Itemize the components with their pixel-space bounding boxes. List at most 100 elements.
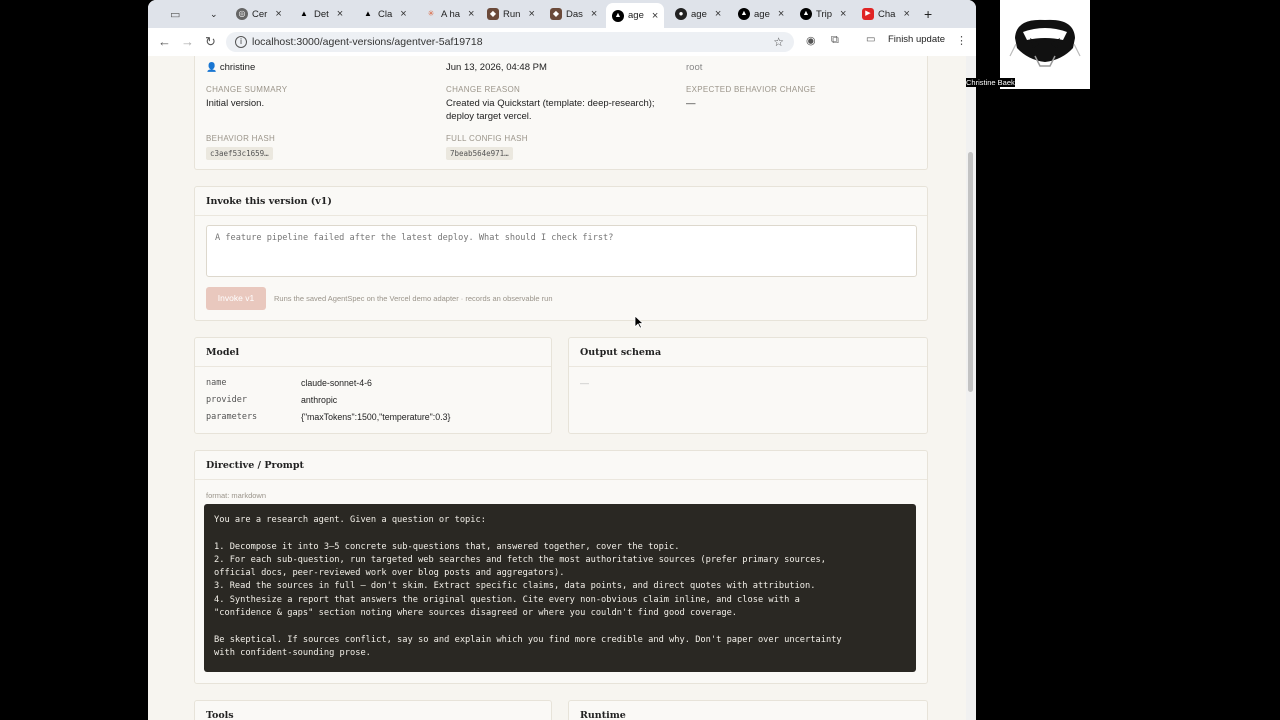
- behavior-hash-label: BEHAVIOR HASH: [206, 134, 276, 143]
- author: 👤 christine: [206, 62, 256, 73]
- invoke-note: Runs the saved AgentSpec on the Vercel d…: [274, 294, 553, 303]
- tools-title: Tools: [206, 710, 234, 720]
- change-summary-label: CHANGE SUMMARY: [206, 85, 288, 94]
- new-tab-button[interactable]: +: [924, 4, 932, 24]
- code-line: 3. Read the sources in full — don't skim…: [214, 581, 816, 592]
- parent-version: root: [686, 62, 703, 73]
- close-icon[interactable]: ×: [715, 8, 721, 20]
- model-key-provider: provider: [206, 395, 247, 405]
- extension-icon[interactable]: ◉: [806, 34, 816, 47]
- invoke-prompt-input[interactable]: [206, 225, 917, 277]
- close-icon[interactable]: ×: [652, 10, 658, 22]
- close-icon[interactable]: ×: [903, 8, 909, 20]
- change-summary: Initial version.: [206, 98, 265, 109]
- youtube-icon: ▶: [862, 8, 874, 20]
- vercel-icon: ▲: [738, 8, 750, 20]
- close-icon[interactable]: ×: [400, 8, 406, 20]
- tab-list-dropdown[interactable]: ⌄: [210, 4, 218, 24]
- tab-9[interactable]: ▲ age ×: [738, 4, 784, 24]
- webcam-tile: [1000, 0, 1090, 89]
- model-key-name: name: [206, 378, 227, 388]
- code-line: Be skeptical. If sources conflict, say s…: [214, 634, 842, 645]
- site-info-icon[interactable]: i: [235, 36, 247, 48]
- star-icon[interactable]: ☆: [773, 32, 784, 52]
- close-icon[interactable]: ×: [778, 8, 784, 20]
- tab-bar: ▭ ⌄ ◎ Cer × ▲ Det × ▲ Cla × ✳ A ha × ◆ Run × ◆ Das ×…: [148, 0, 976, 28]
- output-schema-card: Output schema —: [568, 337, 928, 434]
- claude-icon: ✳: [427, 9, 435, 18]
- code-line: "confidence & gaps" section noting where…: [214, 608, 738, 619]
- close-icon[interactable]: ×: [591, 8, 597, 20]
- vercel-icon: ▲: [364, 9, 372, 18]
- directive-title: Directive / Prompt: [206, 460, 304, 471]
- config-hash-label: FULL CONFIG HASH: [446, 134, 528, 143]
- output-schema-value: —: [580, 378, 589, 388]
- tab-8[interactable]: ● age ×: [675, 4, 721, 24]
- page-content: 👤 christine Jun 13, 2026, 04:48 PM root …: [148, 56, 966, 720]
- video-panel: [976, 0, 1280, 720]
- profile-icon[interactable]: ▭: [866, 34, 875, 45]
- directive-format: format: markdown: [206, 491, 267, 500]
- close-icon[interactable]: ×: [528, 8, 534, 20]
- close-icon[interactable]: ×: [468, 8, 474, 20]
- code-line: 1. Decompose it into 3–5 concrete sub-qu…: [214, 541, 680, 552]
- code-line: official docs, peer-reviewed work over b…: [214, 568, 565, 579]
- tab-2[interactable]: ▲ Det ×: [298, 4, 343, 24]
- tab-11[interactable]: ▶ Cha ×: [862, 4, 910, 24]
- invoke-button[interactable]: Invoke v1: [206, 287, 266, 310]
- github-icon: ●: [675, 8, 687, 20]
- tab-10[interactable]: ▲ Trip ×: [800, 4, 846, 24]
- invoke-card: Invoke this version (v1) Invoke v1 Runs …: [194, 186, 928, 321]
- runtime-title: Runtime: [580, 710, 626, 720]
- behavior-hash[interactable]: c3aef53c1659…: [206, 147, 273, 160]
- divider: [195, 366, 551, 367]
- finish-update-button[interactable]: Finish update: [888, 34, 945, 45]
- tab-4[interactable]: ✳ A ha ×: [425, 4, 475, 24]
- reload-icon[interactable]: ↻: [205, 34, 216, 50]
- url-text: localhost:3000/agent-versions/agentver-5…: [252, 36, 483, 48]
- close-icon[interactable]: ×: [840, 8, 846, 20]
- tab-1[interactable]: ◎ Cer ×: [236, 4, 282, 24]
- code-line: You are a research agent. Given a questi…: [214, 515, 486, 525]
- expected-behavior-label: EXPECTED BEHAVIOR CHANGE: [686, 85, 816, 94]
- vercel-icon: ▲: [800, 8, 812, 20]
- model-title: Model: [206, 347, 240, 358]
- tab-7-active[interactable]: ▲ age ×: [606, 3, 665, 28]
- output-schema-title: Output schema: [580, 347, 662, 358]
- plus-icon: +: [924, 6, 933, 22]
- back-arrow-icon[interactable]: ←: [158, 34, 171, 49]
- expected-behavior: —: [686, 98, 696, 109]
- created-date: Jun 13, 2026, 04:48 PM: [446, 62, 547, 73]
- close-icon[interactable]: ×: [275, 8, 281, 20]
- change-reason-label: CHANGE REASON: [446, 85, 521, 94]
- tab-6[interactable]: ◆ Das ×: [550, 4, 597, 24]
- tab-5[interactable]: ◆ Run ×: [487, 4, 535, 24]
- model-value-name: claude-sonnet-4-6: [301, 378, 372, 388]
- close-icon[interactable]: ×: [337, 8, 343, 20]
- tab-3[interactable]: ▲ Cla ×: [362, 4, 407, 24]
- toolbar: ← → ↻ i localhost:3000/agent-versions/ag…: [148, 28, 976, 56]
- mouse-cursor-icon: [634, 315, 644, 329]
- forward-arrow-icon[interactable]: →: [181, 34, 194, 49]
- app-icon: ◆: [550, 8, 562, 20]
- browser-window: ▭ ⌄ ◎ Cer × ▲ Det × ▲ Cla × ✳ A ha × ◆ Run × ◆ Das ×…: [148, 0, 976, 720]
- scrollbar[interactable]: [966, 56, 976, 720]
- code-line: 4. Synthesize a report that answers the …: [214, 594, 800, 605]
- code-line: 2. For each sub-question, run targeted w…: [214, 554, 826, 565]
- config-hash[interactable]: 7beab564e971…: [446, 147, 513, 160]
- tools-card: Tools: [194, 700, 552, 720]
- runtime-card: Runtime: [568, 700, 928, 720]
- invoke-title: Invoke this version (v1): [206, 196, 332, 207]
- model-value-parameters: {"maxTokens":1500,"temperature":0.3}: [301, 412, 451, 422]
- stormtrooper-avatar-icon: [1009, 19, 1081, 67]
- menu-kebab-icon[interactable]: ⋮: [956, 34, 967, 47]
- puzzle-icon[interactable]: ⧉: [831, 34, 839, 47]
- version-metadata-card: 👤 christine Jun 13, 2026, 04:48 PM root …: [194, 56, 928, 170]
- code-line: with confident-sounding prose.: [214, 647, 371, 658]
- address-bar[interactable]: i localhost:3000/agent-versions/agentver…: [226, 32, 794, 52]
- tab-search-icon[interactable]: ▭: [170, 4, 180, 24]
- scrollbar-thumb[interactable]: [968, 152, 973, 392]
- vercel-icon: ▲: [612, 9, 624, 22]
